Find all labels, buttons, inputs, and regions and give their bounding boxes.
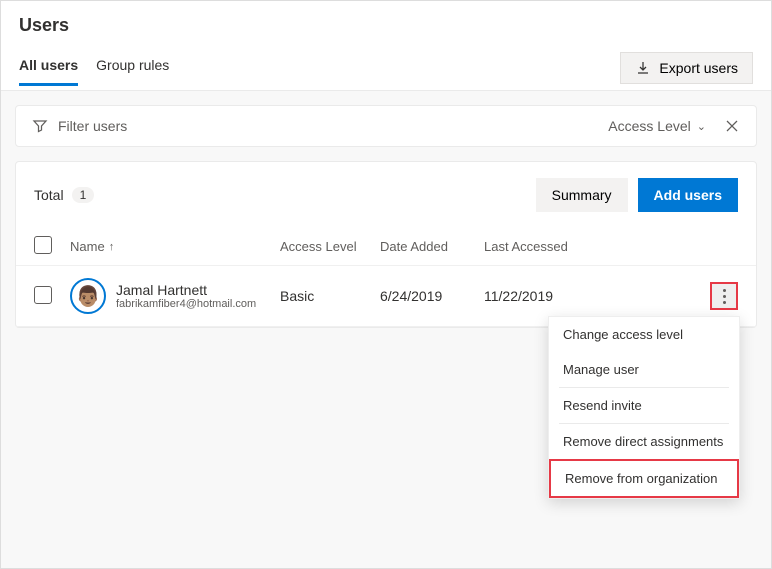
user-email: fabrikamfiber4@hotmail.com: [116, 298, 256, 310]
more-options-button[interactable]: [710, 282, 738, 310]
column-last-accessed-label: Last Accessed: [484, 239, 568, 254]
column-name-label: Name: [70, 239, 105, 254]
context-menu: Change access level Manage user Resend i…: [548, 316, 740, 499]
header: Users All users Group rules Export users: [1, 1, 771, 91]
menu-change-access-label: Change access level: [563, 327, 683, 342]
column-last-accessed[interactable]: Last Accessed: [484, 239, 594, 254]
users-page: Users All users Group rules Export users: [1, 1, 771, 328]
avatar-emoji: 👨🏽: [76, 284, 101, 309]
access-level-dropdown[interactable]: Access Level ⌄: [608, 118, 706, 134]
more-icon: [723, 289, 726, 304]
row-date-added: 6/24/2019: [380, 288, 484, 304]
menu-manage-user-label: Manage user: [563, 362, 639, 377]
column-date-added[interactable]: Date Added: [380, 239, 484, 254]
menu-remove-org-label: Remove from organization: [565, 471, 717, 486]
table-header: Name ↑ Access Level Date Added Last Acce…: [16, 228, 756, 266]
tabs: All users Group rules: [19, 57, 169, 86]
page-title: Users: [19, 15, 753, 36]
total-area: Total 1: [34, 187, 94, 203]
avatar: 👨🏽: [70, 278, 106, 314]
add-users-button[interactable]: Add users: [638, 178, 738, 212]
checkbox-icon: [34, 236, 52, 254]
filter-input-area[interactable]: Filter users: [32, 118, 608, 134]
filter-controls: Access Level ⌄: [608, 118, 740, 134]
card-top-row: Total 1 Summary Add users: [16, 162, 756, 228]
table-row[interactable]: 👨🏽 Jamal Hartnett fabrikamfiber4@hotmail…: [16, 266, 756, 327]
menu-remove-from-organization[interactable]: Remove from organization: [549, 459, 739, 498]
filter-bar: Filter users Access Level ⌄: [15, 105, 757, 147]
tab-all-users[interactable]: All users: [19, 57, 78, 86]
menu-remove-direct-assignments[interactable]: Remove direct assignments: [549, 424, 739, 459]
access-level-dd-label: Access Level: [608, 118, 690, 134]
column-access-level[interactable]: Access Level: [280, 239, 380, 254]
summary-label: Summary: [552, 187, 612, 203]
action-buttons: Summary Add users: [536, 178, 738, 212]
close-icon: [724, 118, 740, 134]
tab-group-rules[interactable]: Group rules: [96, 57, 169, 86]
filter-placeholder: Filter users: [58, 118, 127, 134]
filter-icon: [32, 118, 48, 134]
user-cell: 👨🏽 Jamal Hartnett fabrikamfiber4@hotmail…: [70, 278, 280, 314]
menu-resend-invite-label: Resend invite: [563, 398, 642, 413]
select-all-checkbox[interactable]: [34, 236, 70, 257]
total-count-badge: 1: [72, 187, 95, 203]
row-access-level: Basic: [280, 288, 380, 304]
menu-remove-direct-label: Remove direct assignments: [563, 434, 723, 449]
users-card: Total 1 Summary Add users Name ↑ Acc: [15, 161, 757, 328]
row-checkbox[interactable]: [34, 286, 70, 307]
clear-filter-button[interactable]: [724, 118, 740, 134]
user-text: Jamal Hartnett fabrikamfiber4@hotmail.co…: [116, 282, 256, 310]
menu-manage-user[interactable]: Manage user: [549, 352, 739, 387]
total-label: Total: [34, 187, 64, 203]
column-access-level-label: Access Level: [280, 239, 357, 254]
summary-button[interactable]: Summary: [536, 178, 628, 212]
column-date-added-label: Date Added: [380, 239, 448, 254]
row-last-accessed: 11/22/2019: [484, 288, 594, 304]
export-users-label: Export users: [659, 60, 738, 76]
sort-asc-icon: ↑: [109, 241, 115, 253]
menu-change-access-level[interactable]: Change access level: [549, 317, 739, 352]
export-users-button[interactable]: Export users: [620, 52, 753, 84]
menu-resend-invite[interactable]: Resend invite: [549, 388, 739, 423]
download-icon: [635, 60, 651, 76]
user-name: Jamal Hartnett: [116, 282, 256, 298]
checkbox-icon: [34, 286, 52, 304]
add-users-label: Add users: [654, 187, 722, 203]
tab-all-users-label: All users: [19, 57, 78, 73]
chevron-down-icon: ⌄: [697, 120, 706, 133]
tab-group-rules-label: Group rules: [96, 57, 169, 73]
tab-row: All users Group rules Export users: [19, 52, 753, 90]
column-name[interactable]: Name ↑: [70, 239, 280, 254]
